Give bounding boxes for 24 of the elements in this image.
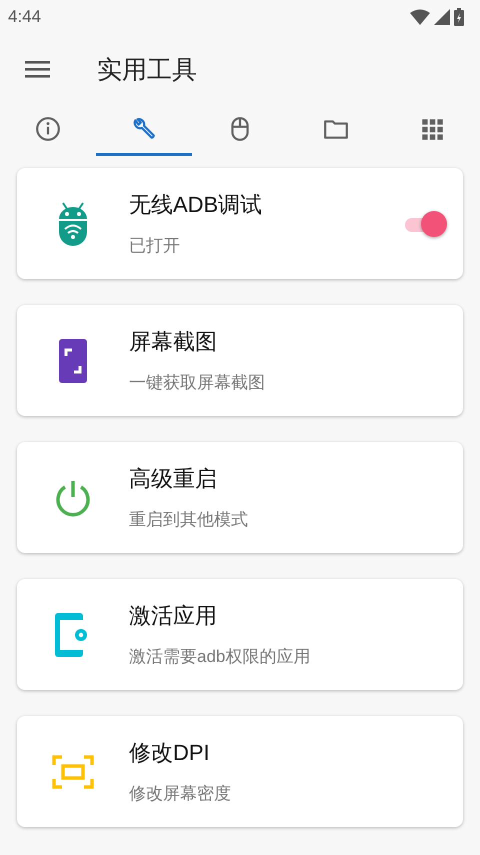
tool-card[interactable]: 屏幕截图 一键获取屏幕截图 [17, 305, 463, 416]
card-title: 高级重启 [129, 465, 218, 493]
tool-card[interactable]: 修改DPI 修改屏幕密度 [17, 716, 463, 827]
toggle-switch[interactable] [403, 210, 447, 236]
card-subtitle: 重启到其他模式 [129, 509, 249, 531]
wifi-icon [410, 9, 430, 25]
signal-icon [434, 9, 450, 25]
card-title: 无线ADB调试 [129, 191, 264, 219]
tool-card[interactable]: 高级重启 重启到其他模式 [17, 442, 463, 553]
menu-icon[interactable] [25, 59, 50, 79]
wrench-icon [131, 116, 157, 142]
card-subtitle: 激活需要adb权限的应用 [129, 646, 312, 668]
battery-icon [454, 8, 464, 26]
tool-card[interactable]: 激活应用 激活需要adb权限的应用 [17, 579, 463, 690]
card-title: 屏幕截图 [129, 328, 218, 356]
card-subtitle: 修改屏幕密度 [129, 783, 232, 805]
tool-card[interactable]: 无线ADB调试 已打开 [17, 168, 463, 279]
card-subtitle: 已打开 [129, 235, 181, 257]
card-title: 激活应用 [129, 602, 218, 630]
card-title: 修改DPI [129, 739, 211, 767]
app-title: 实用工具 [97, 54, 197, 86]
status-time: 4:44 [8, 7, 42, 27]
info-icon [35, 116, 61, 142]
card-subtitle: 一键获取屏幕截图 [129, 372, 266, 394]
